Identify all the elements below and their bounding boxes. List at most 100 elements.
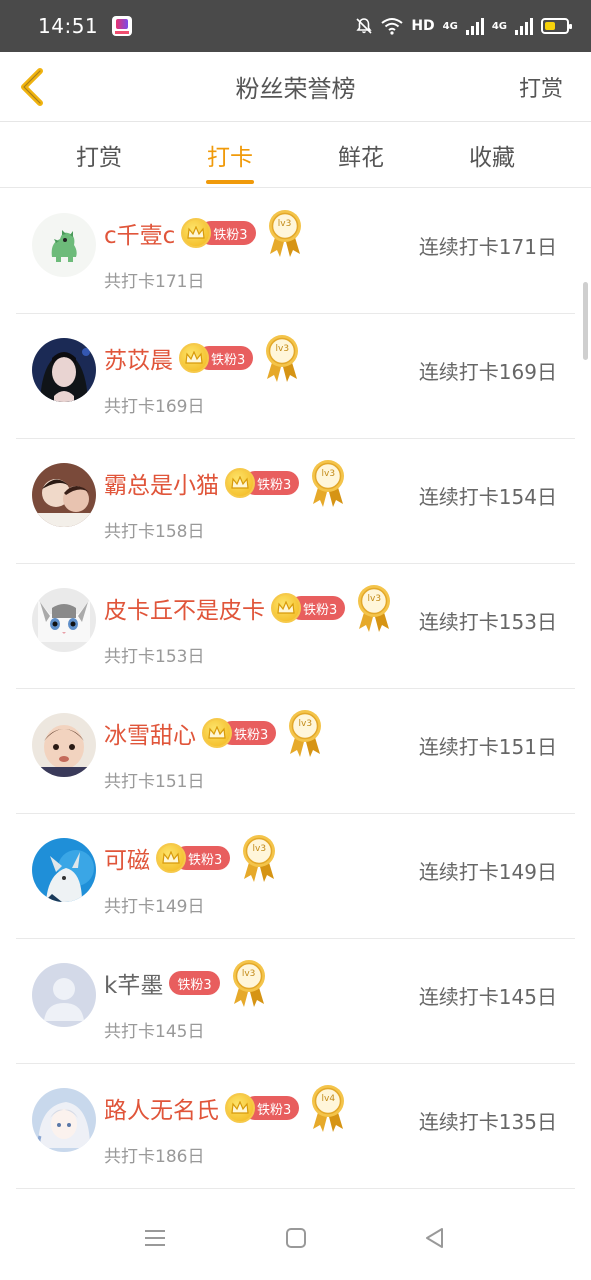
fan-name[interactable]: 路人无名氏 <box>104 1091 219 1125</box>
name-line: 可磁 铁粉3 lv3 <box>104 835 278 882</box>
streak-checkin-days: 连续打卡151日 <box>418 735 557 759</box>
fan-row[interactable]: 霸总是小猫 铁粉3 lv3 共打卡158日 连续打卡154日 <box>16 439 575 564</box>
crown-icon <box>225 1093 255 1123</box>
level-medal-icon: lv3 <box>309 458 347 508</box>
level-medal-icon: lv3 <box>230 958 268 1008</box>
level-label: lv3 <box>367 594 382 604</box>
fan-level-badge: 铁粉3 <box>156 843 231 873</box>
home-icon[interactable] <box>284 1226 308 1250</box>
total-checkin-days: 共打卡149日 <box>104 897 205 917</box>
fan-row[interactable]: 冰雪甜心 铁粉3 lv3 共打卡151日 连续打卡151日 <box>16 689 575 814</box>
fan-level-badge: 铁粉3 <box>271 593 346 623</box>
streak-checkin-days: 连续打卡149日 <box>418 860 557 884</box>
status-time: 14:51 <box>38 14 99 38</box>
level-label: lv3 <box>277 219 292 229</box>
name-line: c千壹c 铁粉3 lv3 <box>104 210 304 257</box>
status-bar: 14:51 HD 4G 4G <box>0 0 591 52</box>
fan-name[interactable]: k芊墨 <box>104 966 163 1000</box>
name-line: 霸总是小猫 铁粉3 lv3 <box>104 460 347 507</box>
avatar[interactable] <box>32 213 96 277</box>
name-line: k芊墨 铁粉3 lv3 <box>104 960 268 1007</box>
fan-row[interactable]: 苏苡晨 铁粉3 lv3 共打卡169日 连续打卡169日 <box>16 314 575 439</box>
name-line: 皮卡丘不是皮卡 铁粉3 lv3 <box>104 585 393 632</box>
tab-flowers[interactable]: 鲜花 <box>306 122 416 188</box>
total-checkin-days: 共打卡169日 <box>104 397 205 417</box>
avatar[interactable] <box>32 713 96 777</box>
fan-level-badge: 铁粉3 <box>179 343 254 373</box>
app-notification-icon <box>112 16 133 36</box>
network-type-1: 4G <box>442 20 458 32</box>
crown-icon <box>225 468 255 498</box>
level-medal-icon: lv3 <box>240 833 278 883</box>
fan-level-badge: 铁粉3 <box>181 218 256 248</box>
fan-level-badge: 铁粉3 <box>202 718 277 748</box>
tip-button[interactable]: 打赏 <box>519 71 563 103</box>
fan-row[interactable]: 路人无名氏 铁粉3 lv4 共打卡186日 连续打卡135日 <box>16 1064 575 1189</box>
avatar[interactable] <box>32 963 96 1027</box>
streak-checkin-days: 连续打卡135日 <box>418 1110 557 1134</box>
fan-level-badge: 铁粉3 <box>225 468 300 498</box>
crown-icon <box>271 593 301 623</box>
tab-checkin[interactable]: 打卡 <box>175 122 285 188</box>
level-medal-icon: lv3 <box>266 208 304 258</box>
level-medal-icon: lv4 <box>309 1083 347 1133</box>
back-triangle-icon[interactable] <box>423 1226 447 1250</box>
total-checkin-days: 共打卡158日 <box>104 522 205 542</box>
name-line: 苏苡晨 铁粉3 lv3 <box>104 335 301 382</box>
avatar[interactable] <box>32 463 96 527</box>
signal-icon-1 <box>465 17 484 35</box>
fan-level-badge: 铁粉3 <box>225 1093 300 1123</box>
fan-row[interactable]: 皮卡丘不是皮卡 铁粉3 lv3 共打卡153日 连续打卡153日 <box>16 564 575 689</box>
fan-name[interactable]: 皮卡丘不是皮卡 <box>104 591 265 625</box>
tab-tips[interactable]: 打赏 <box>44 122 154 188</box>
battery-icon <box>541 18 572 34</box>
level-label: lv3 <box>275 344 290 354</box>
avatar[interactable] <box>32 588 96 652</box>
streak-checkin-days: 连续打卡154日 <box>418 485 557 509</box>
tab-bar: 打赏 打卡 鲜花 收藏 <box>0 122 591 188</box>
crown-icon <box>156 843 186 873</box>
scrollbar[interactable] <box>583 282 588 360</box>
avatar[interactable] <box>32 1088 96 1152</box>
fan-badge-label: 铁粉3 <box>169 971 220 995</box>
level-medal-icon: lv3 <box>355 583 393 633</box>
fan-name[interactable]: 冰雪甜心 <box>104 716 196 750</box>
tab-favorites[interactable]: 收藏 <box>437 122 547 188</box>
fan-row[interactable]: c千壹c 铁粉3 lv3 共打卡171日 连续打卡171日 <box>16 189 575 314</box>
fan-row[interactable]: k芊墨 铁粉3 lv3 共打卡145日 连续打卡145日 <box>16 939 575 1064</box>
total-checkin-days: 共打卡153日 <box>104 647 205 667</box>
fan-row[interactable]: 可磁 铁粉3 lv3 共打卡149日 连续打卡149日 <box>16 814 575 939</box>
crown-icon <box>202 718 232 748</box>
menu-icon[interactable] <box>143 1226 167 1250</box>
mute-bell-icon <box>356 18 372 34</box>
wifi-icon <box>381 18 403 35</box>
level-medal-icon: lv3 <box>263 333 301 383</box>
fan-name[interactable]: c千壹c <box>104 216 175 250</box>
streak-checkin-days: 连续打卡171日 <box>418 235 557 259</box>
status-icons: HD 4G 4G <box>355 17 572 35</box>
streak-checkin-days: 连续打卡145日 <box>418 985 557 1009</box>
total-checkin-days: 共打卡186日 <box>104 1147 205 1167</box>
total-checkin-days: 共打卡151日 <box>104 772 205 792</box>
fan-ranking-list: c千壹c 铁粉3 lv3 共打卡171日 连续打卡171日 苏苡晨 铁粉3 lv3 共打卡169… <box>16 189 575 1189</box>
fan-name[interactable]: 可磁 <box>104 841 150 875</box>
level-label: lv3 <box>252 844 267 854</box>
name-line: 路人无名氏 铁粉3 lv4 <box>104 1085 347 1132</box>
hd-indicator: HD <box>411 18 435 34</box>
level-label: lv3 <box>241 969 256 979</box>
crown-icon <box>179 343 209 373</box>
level-medal-icon: lv3 <box>286 708 324 758</box>
fan-name[interactable]: 霸总是小猫 <box>104 466 219 500</box>
fan-name[interactable]: 苏苡晨 <box>104 341 173 375</box>
signal-icon-2 <box>515 17 533 35</box>
header: 粉丝荣誉榜 打赏 <box>0 52 591 122</box>
total-checkin-days: 共打卡171日 <box>104 272 205 292</box>
fan-level-badge: 铁粉3 <box>169 970 220 996</box>
name-line: 冰雪甜心 铁粉3 lv3 <box>104 710 324 757</box>
page-title: 粉丝荣誉榜 <box>235 75 356 103</box>
level-label: lv3 <box>298 719 313 729</box>
level-label: lv4 <box>321 1094 336 1104</box>
avatar[interactable] <box>32 338 96 402</box>
avatar[interactable] <box>32 838 96 902</box>
back-arrow-icon[interactable] <box>14 65 54 109</box>
